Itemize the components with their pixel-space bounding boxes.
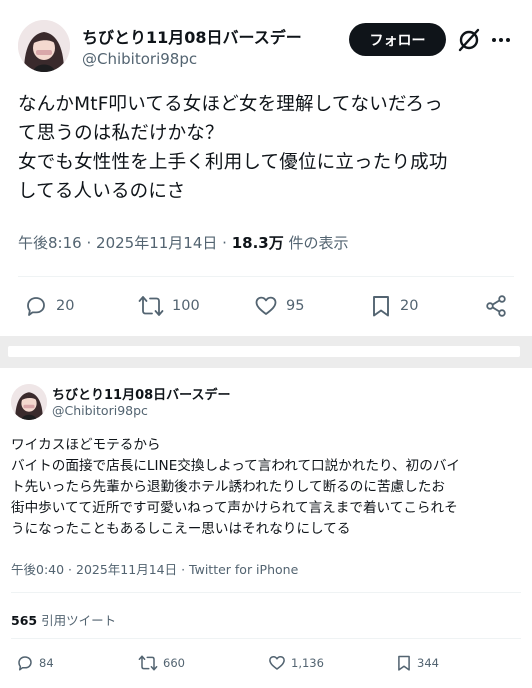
tweet-main: ちびとり11月08日バースデー @Chibitori98pc フォロー なんかM…: [0, 0, 532, 336]
views-count: 18.3万: [231, 234, 284, 252]
tweet-text: なんかMtF叩いてる女ほど女を理解してないだろっ て思うのは私だけかな？ 女でも…: [18, 90, 518, 206]
repost-arrows-icon: [138, 655, 158, 671]
like-count: 95: [286, 298, 305, 314]
avatar[interactable]: [11, 384, 47, 420]
heart-icon: [269, 655, 285, 670]
tweet-text-line: なんかMtF叩いてる女ほど女を理解してないだろっ: [18, 94, 443, 115]
divider-strip: [8, 346, 520, 357]
like-count: 1,136: [291, 656, 324, 670]
repost-count: 100: [172, 298, 200, 314]
user-handle[interactable]: @Chibitori98pc: [82, 50, 197, 68]
meta-separator: ·: [86, 234, 92, 252]
reply-count: 84: [39, 656, 54, 670]
views-label: 件の表示: [288, 234, 349, 252]
action-bar: 20 100 95 20: [0, 290, 532, 322]
divider: [11, 638, 521, 639]
repost-count: 660: [163, 656, 185, 670]
tweet-text-line: ト先いったら先輩から退勤後ホテル誘われたりして断るのに苦慮したお: [11, 479, 445, 495]
divider: [11, 592, 521, 593]
tweet-date[interactable]: 2025年11月14日: [96, 234, 217, 252]
tweet-meta: 午後0:40 · 2025年11月14日 · Twitter for iPhon…: [11, 562, 299, 577]
meta-separator: ·: [222, 234, 227, 252]
tweet-secondary: ちびとり11月08日バースデー @Chibitori98pc ワイカスほどモテる…: [0, 368, 532, 688]
user-handle[interactable]: @Chibitori98pc: [52, 403, 148, 418]
avatar[interactable]: [18, 20, 70, 72]
divider: [18, 276, 514, 277]
more-dots-icon[interactable]: [490, 30, 512, 50]
repost-button[interactable]: 100: [138, 294, 200, 318]
speech-bubble-icon: [27, 297, 45, 316]
tweet-text-line: て思うのは私だけかな？: [18, 123, 224, 144]
repost-button[interactable]: 660: [138, 654, 185, 672]
follow-button[interactable]: フォロー: [349, 23, 446, 56]
tweet-text: ワイカスほどモテるから バイトの面接で店長にLINE交換しよって言われて口説かれ…: [11, 435, 526, 540]
avatar-image: [11, 384, 47, 420]
tweet-meta: 午後8:16 · 2025年11月14日 · 18.3万 件の表示: [18, 232, 349, 253]
reply-count: 20: [56, 298, 75, 314]
tweet-time[interactable]: 午後8:16: [18, 234, 82, 252]
bookmark-button[interactable]: 344: [396, 654, 439, 672]
quote-label: 引用ツイート: [41, 613, 117, 628]
speech-bubble-icon: [18, 656, 32, 671]
bookmark-count: 20: [400, 298, 419, 314]
reply-button[interactable]: 84: [16, 654, 54, 672]
share-button[interactable]: [484, 294, 508, 318]
reply-button[interactable]: 20: [24, 294, 74, 318]
like-button[interactable]: 95: [254, 294, 304, 318]
tweet-text-line: うになったこともあるしこえー思いはそれなりにしてる: [11, 521, 351, 537]
grok-icon[interactable]: [456, 27, 482, 53]
tweet-text-line: してる人いるのにさ: [18, 181, 186, 202]
bookmark-icon: [398, 655, 410, 671]
share-icon: [486, 295, 506, 317]
action-bar: 84 660 1,136 344: [0, 652, 532, 674]
screenshot-divider: [0, 336, 532, 368]
bookmark-count: 344: [417, 656, 439, 670]
tweet-text-line: 街中歩いてて近所です可愛いねって声かけられて言えまで着いてこられそ: [11, 500, 458, 516]
heart-icon: [255, 296, 277, 315]
tweet-text-line: ワイカスほどモテるから: [11, 437, 161, 453]
quote-tweets-link[interactable]: 565 引用ツイート: [11, 610, 116, 629]
repost-arrows-icon: [138, 296, 164, 316]
avatar-image: [18, 20, 70, 72]
bookmark-icon: [373, 296, 389, 317]
display-name[interactable]: ちびとり11月08日バースデー: [82, 24, 302, 48]
bookmark-button[interactable]: 20: [370, 294, 418, 318]
quote-count: 565: [11, 613, 38, 628]
tweet-text-line: バイトの面接で店長にLINE交換しよって言われて口説かれたり、初のバイ: [11, 458, 461, 474]
tweet-text-line: 女でも女性性を上手く利用して優位に立ったり成功: [18, 152, 448, 173]
display-name[interactable]: ちびとり11月08日バースデー: [52, 384, 231, 403]
like-button[interactable]: 1,136: [268, 654, 324, 672]
